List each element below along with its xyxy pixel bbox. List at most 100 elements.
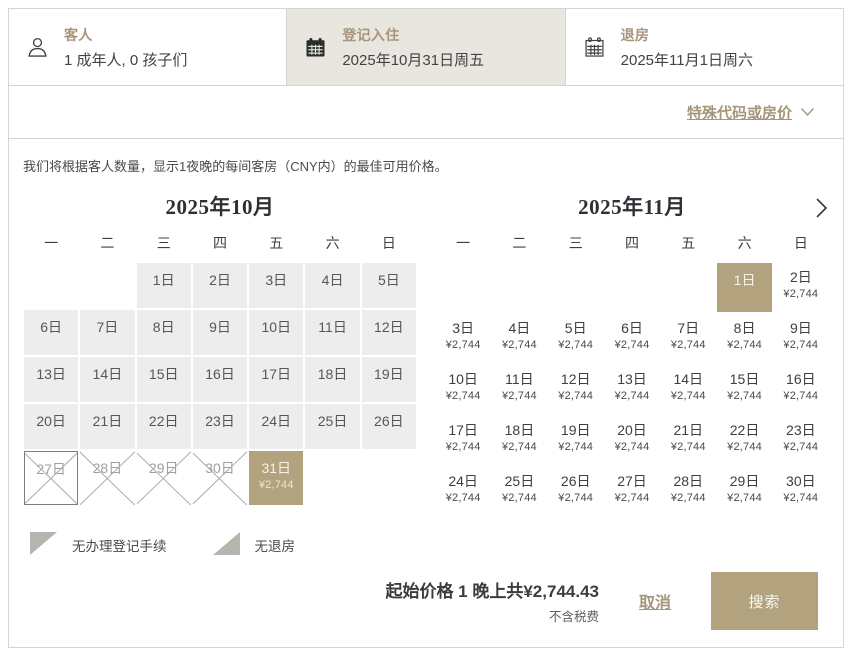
calendar-day-cell[interactable]: 11日 ¥2,744	[492, 365, 546, 414]
day-price: ¥2,744	[558, 441, 594, 454]
calendar-day-cell[interactable]: 9日 ¥2,744	[774, 314, 828, 363]
weekday-label: 六	[737, 235, 752, 251]
weekday-label: 一	[44, 235, 59, 251]
day-price: ¥2,744	[501, 492, 537, 505]
day-number: 17日	[448, 422, 478, 438]
calendar-day-cell: 28日	[80, 451, 135, 505]
calendar-month-title: 2025年11月	[578, 195, 686, 219]
calendar-day-cell[interactable]: 28日 ¥2,744	[661, 467, 715, 516]
calendar-day-cell[interactable]: 19日 ¥2,744	[549, 416, 603, 465]
day-number: 2日	[209, 272, 231, 288]
calendar-day-cell[interactable]: 2日 ¥2,744	[774, 263, 828, 312]
day-number: 9日	[789, 320, 812, 336]
weekday-label: 二	[100, 235, 115, 251]
calendar-empty-cell	[305, 451, 359, 505]
day-price: ¥2,744	[258, 479, 294, 492]
calendar-day-cell[interactable]: 30日 ¥2,744	[774, 467, 828, 516]
person-icon	[24, 34, 51, 61]
legend-no-checkout: 无退房	[212, 532, 295, 558]
checkin-selector[interactable]: 登记入住 2025年10月31日周五	[286, 9, 565, 85]
day-number: 30日	[205, 460, 235, 476]
day-number: 3日	[452, 320, 475, 336]
guests-selector[interactable]: 客人 1 成年人, 0 孩子们	[9, 9, 286, 85]
weekday-label: 五	[681, 235, 696, 251]
day-number: 16日	[786, 371, 816, 387]
day-number: 3日	[265, 272, 288, 288]
search-button[interactable]: 搜索	[711, 572, 818, 630]
total-price-text: 起始价格 1 晚上共¥2,744.43	[385, 582, 599, 601]
calendar-day-cell[interactable]: 27日 ¥2,744	[605, 467, 659, 516]
calendar-day-cell[interactable]: 14日 ¥2,744	[661, 365, 715, 414]
calendar-day-cell[interactable]: 8日 ¥2,744	[717, 314, 771, 363]
day-price: ¥2,744	[445, 492, 481, 505]
day-number: 29日	[729, 473, 760, 489]
next-month-button[interactable]	[813, 195, 830, 221]
cancel-button[interactable]: 取消	[633, 588, 677, 614]
day-price: ¥2,744	[727, 390, 762, 403]
calendar-day-cell[interactable]: 5日 ¥2,744	[549, 314, 603, 363]
weekday-row: 一二三四五六日	[24, 233, 416, 253]
calendar-day-cell[interactable]: 29日 ¥2,744	[717, 467, 771, 516]
calendar-day-cell[interactable]: 16日 ¥2,744	[774, 365, 828, 414]
calendar-day-cell[interactable]: 25日 ¥2,744	[492, 467, 546, 516]
calendar-day-cell[interactable]: 23日 ¥2,744	[774, 416, 828, 465]
no-checkout-triangle-icon	[212, 532, 240, 558]
calendar-day-cell[interactable]: 13日 ¥2,744	[605, 365, 659, 414]
day-number: 31日	[261, 460, 292, 476]
day-number: 10日	[448, 371, 478, 387]
day-number: 24日	[261, 413, 292, 429]
calendar-legend: 无办理登记手续 无退房	[9, 516, 843, 558]
day-number: 20日	[36, 413, 66, 429]
day-number: 28日	[92, 460, 123, 476]
weekday-row: 一二三四五六日	[436, 233, 828, 253]
day-price: ¥2,744	[783, 339, 819, 352]
day-price: ¥2,744	[558, 339, 594, 352]
special-code-link[interactable]: 特殊代码或房价	[681, 101, 821, 124]
calendar-day-cell[interactable]: 21日 ¥2,744	[661, 416, 715, 465]
day-number: 18日	[504, 422, 535, 438]
day-price: ¥2,744	[670, 492, 706, 505]
day-number: 26日	[374, 413, 404, 429]
special-code-link-label: 特殊代码或房价	[686, 104, 792, 122]
calendar-day-cell[interactable]: 4日 ¥2,744	[492, 314, 546, 363]
weekday-label: 六	[325, 235, 340, 251]
calendar-header: 2025年11月	[436, 189, 828, 225]
calendar-empty-cell	[436, 263, 490, 312]
checkin-value: 2025年10月31日周五	[342, 51, 485, 69]
day-number: 26日	[560, 473, 591, 489]
day-number: 7日	[677, 320, 700, 336]
calendar-day-cell[interactable]: 3日 ¥2,744	[436, 314, 490, 363]
calendar-day-cell[interactable]: 17日 ¥2,744	[436, 416, 490, 465]
day-number: 11日	[505, 371, 534, 387]
calendar-november: 2025年11月 一 二 三 四 五 六 日 1日 2日 ¥2,744 3日 ¥2,744 4日 ¥2,…	[436, 189, 828, 516]
calendar-day-cell[interactable]: 26日 ¥2,744	[549, 467, 603, 516]
calendar-day-cell[interactable]: 7日 ¥2,744	[661, 314, 715, 363]
calendar-day-cell[interactable]: 10日 ¥2,744	[436, 365, 490, 414]
calendar-day-cell[interactable]: 6日 ¥2,744	[605, 314, 659, 363]
booking-panel: 客人 1 成年人, 0 孩子们 登记入住 2025年10月31日周五 退房 20…	[8, 8, 844, 648]
day-price: ¥2,744	[783, 441, 819, 454]
calendar-day-cell[interactable]: 22日 ¥2,744	[717, 416, 771, 465]
calendar-day-cell: 23日	[192, 404, 248, 449]
calendar-day-cell[interactable]: 12日 ¥2,744	[549, 365, 603, 414]
calendar-outline-icon	[581, 34, 608, 61]
day-number: 14日	[673, 371, 704, 387]
calendar-day-cell: 25日	[305, 404, 360, 449]
day-number: 15日	[148, 366, 179, 382]
day-price: ¥2,744	[445, 339, 481, 352]
calendar-day-cell[interactable]: 24日 ¥2,744	[436, 467, 490, 516]
day-number: 30日	[786, 473, 816, 489]
day-number: 17日	[261, 366, 292, 382]
calendar-day-cell: 15日	[136, 357, 191, 402]
checkout-selector[interactable]: 退房 2025年11月1日周六	[564, 9, 843, 85]
day-price: ¥2,744	[727, 441, 762, 454]
chevron-right-icon	[815, 198, 828, 222]
calendar-day-cell[interactable]: 31日 ¥2,744	[249, 451, 304, 505]
calendar-day-cell[interactable]: 20日 ¥2,744	[605, 416, 659, 465]
day-number: 23日	[786, 422, 816, 438]
calendar-day-cell[interactable]: 1日	[717, 263, 772, 312]
calendar-day-cell[interactable]: 15日 ¥2,744	[717, 365, 771, 414]
calendar-day-cell: 9日	[192, 310, 248, 355]
calendar-empty-cell	[492, 263, 546, 312]
calendar-day-cell[interactable]: 18日 ¥2,744	[492, 416, 546, 465]
